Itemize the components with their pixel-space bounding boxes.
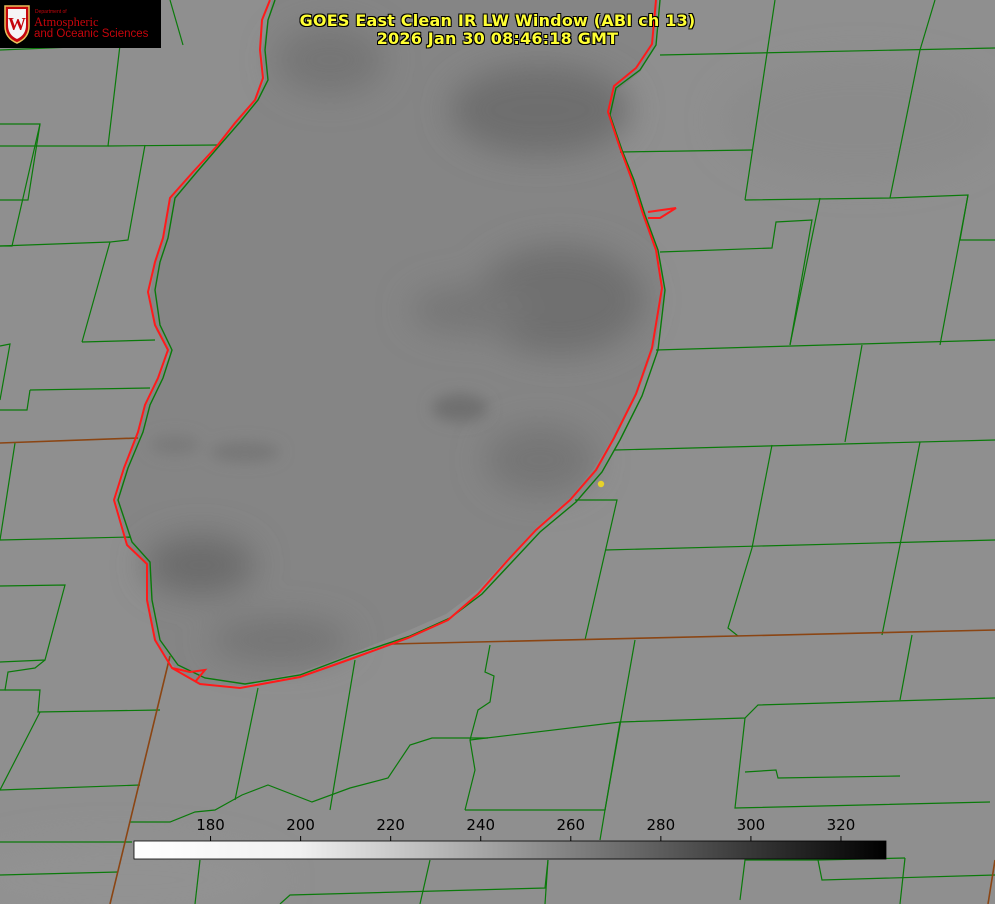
aos-logo: W Department of Atmospheric and Oceanic … (0, 0, 161, 48)
colorbar-tick-label: 280 (647, 816, 676, 834)
crest-letter: W (8, 14, 26, 34)
colorbar-tick-label: 320 (827, 816, 856, 834)
satellite-image-viewer: 180 200 220 240 260 280 300 320 GOES East Clean… (0, 0, 995, 904)
colorbar-gradient (133, 840, 887, 860)
uw-crest-icon: W (4, 5, 30, 44)
colorbar-tick-label: 220 (376, 816, 405, 834)
colorbar-tick-label: 260 (556, 816, 585, 834)
station-marker (597, 480, 605, 488)
satellite-map: 180 200 220 240 260 280 300 320 (0, 0, 995, 904)
logo-line2: and Oceanic Sciences (34, 28, 149, 40)
colorbar-tick-label: 200 (286, 816, 315, 834)
colorbar-tick-label: 240 (466, 816, 495, 834)
colorbar-tick-label: 300 (737, 816, 766, 834)
colorbar-tick-label: 180 (196, 816, 225, 834)
